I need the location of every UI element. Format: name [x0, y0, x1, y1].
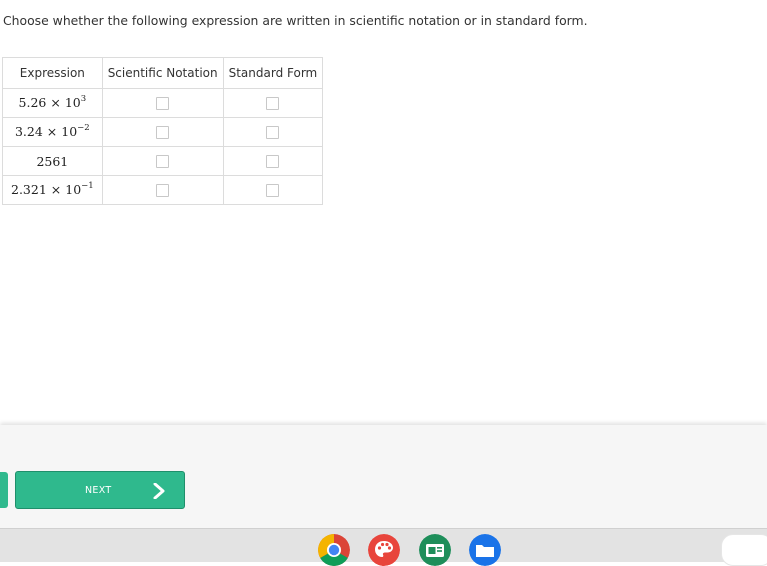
- footer-bar: NEXT: [0, 425, 767, 528]
- table-row: 3.24 × 10−2: [2, 117, 324, 147]
- times-sign: ×: [50, 182, 62, 198]
- standard-checkbox[interactable]: [266, 126, 280, 139]
- exponent: −2: [77, 123, 90, 134]
- expression-cell: 5.26 × 103: [2, 88, 103, 118]
- table-row: 5.26 × 103: [2, 88, 324, 118]
- scientific-checkbox[interactable]: [156, 155, 170, 168]
- scientific-checkbox[interactable]: [156, 184, 170, 197]
- header-scientific-notation: Scientific Notation: [101, 57, 224, 89]
- files-icon[interactable]: [469, 534, 501, 566]
- expression-base: 5.26: [18, 95, 47, 111]
- table-row: 2561: [2, 146, 324, 176]
- scientific-cell: [101, 175, 224, 205]
- exponent: 3: [80, 94, 87, 105]
- classroom-icon[interactable]: [419, 534, 451, 566]
- standard-cell: [222, 175, 324, 205]
- expression-base: 2.321: [11, 182, 47, 198]
- standard-cell: [222, 88, 324, 118]
- table-row: 2.321 × 10−1: [2, 175, 324, 205]
- scientific-checkbox[interactable]: [156, 97, 170, 110]
- next-button-label: NEXT: [85, 485, 112, 496]
- standard-checkbox[interactable]: [266, 184, 280, 197]
- expression-cell: 3.24 × 10−2: [2, 117, 103, 147]
- header-standard-form: Standard Form: [222, 57, 324, 89]
- chevron-right-icon: [153, 483, 165, 499]
- palette-icon[interactable]: [368, 534, 400, 566]
- power-base: 10: [65, 182, 82, 198]
- times-sign: ×: [50, 95, 61, 111]
- expression-cell: 2561: [2, 146, 103, 176]
- question-panel: Choose whether the following expression …: [0, 0, 767, 425]
- expression-cell: 2.321 × 10−1: [2, 175, 103, 205]
- expression-plain: 2561: [36, 153, 69, 169]
- exponent: −1: [81, 181, 94, 192]
- standard-cell: [222, 117, 324, 147]
- power-base: 10: [61, 124, 78, 140]
- scientific-checkbox[interactable]: [156, 126, 170, 139]
- power-base: 10: [64, 95, 81, 111]
- scientific-cell: [101, 146, 224, 176]
- times-sign: ×: [46, 124, 58, 140]
- table-header-row: Expression Scientific Notation Standard …: [2, 57, 324, 89]
- answer-table: Expression Scientific Notation Standard …: [2, 57, 324, 205]
- standard-checkbox[interactable]: [266, 97, 280, 110]
- scientific-cell: [101, 117, 224, 147]
- standard-checkbox[interactable]: [266, 155, 280, 168]
- back-button[interactable]: [0, 472, 8, 508]
- standard-cell: [222, 146, 324, 176]
- chrome-icon[interactable]: [318, 534, 350, 566]
- taskbar: [0, 528, 767, 566]
- next-button[interactable]: NEXT: [15, 471, 185, 509]
- system-tray[interactable]: [721, 534, 767, 566]
- expression-base: 3.24: [14, 124, 43, 140]
- header-expression: Expression: [2, 57, 103, 89]
- question-prompt: Choose whether the following expression …: [3, 13, 588, 28]
- scientific-cell: [101, 88, 224, 118]
